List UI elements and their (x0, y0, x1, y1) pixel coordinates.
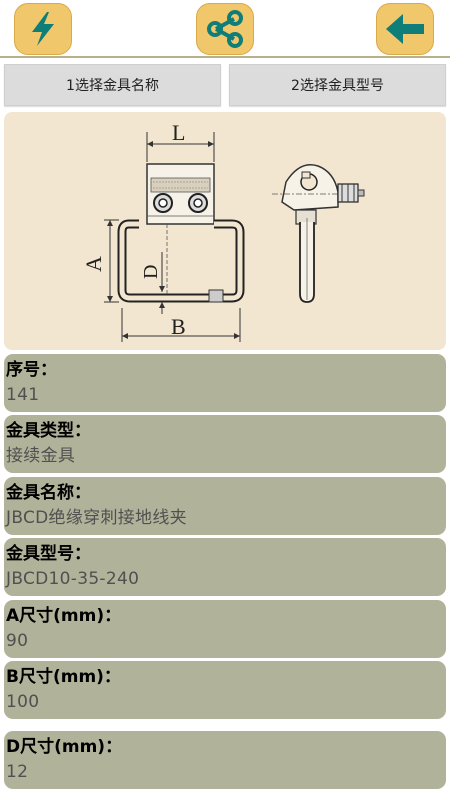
dim-label-A: A (81, 256, 106, 272)
field-label: 金具名称： (6, 483, 91, 503)
field-value: 12 (6, 762, 29, 782)
field-dimension-a: A尺寸(mm)： 90 (4, 600, 446, 658)
clamp-body (146, 163, 215, 225)
clamp-drawing: L A D B (81, 120, 365, 342)
top-toolbar (0, 0, 450, 58)
selection-tabs: 1选择金具名称 2选择金具型号 (0, 64, 450, 106)
field-label: A尺寸(mm)： (6, 606, 122, 626)
dim-label-D: D (140, 265, 162, 279)
field-fitting-name: 金具名称： JBCD绝缘穿刺接地线夹 (4, 477, 446, 535)
field-fitting-model: 金具型号： JBCD10-35-240 (4, 538, 446, 596)
field-label: B尺寸(mm)： (6, 667, 121, 687)
share-button[interactable] (196, 3, 254, 55)
field-fitting-type: 金具类型： 接续金具 (4, 415, 446, 473)
field-serial-number: 序号： 141 (4, 354, 446, 412)
dim-label-B: B (171, 314, 186, 339)
flash-button[interactable] (14, 3, 72, 55)
lightning-icon (32, 12, 54, 46)
tab-select-model[interactable]: 2选择金具型号 (229, 64, 446, 106)
field-value: 100 (6, 692, 40, 712)
product-diagram: L A D B (4, 112, 446, 350)
field-label: 金具型号： (6, 544, 91, 564)
tab-select-name[interactable]: 1选择金具名称 (4, 64, 221, 106)
field-label: D尺寸(mm)： (6, 737, 123, 757)
ground-loop (117, 219, 245, 303)
back-button[interactable] (376, 3, 434, 55)
field-value: 90 (6, 631, 29, 651)
field-label: 金具类型： (6, 421, 91, 441)
field-label: 序号： (6, 360, 57, 380)
dim-label-L: L (172, 120, 185, 145)
field-dimension-b: B尺寸(mm)： 100 (4, 661, 446, 719)
share-icon (207, 10, 243, 48)
field-value: 接续金具 (6, 446, 76, 466)
field-value: JBCD绝缘穿刺接地线夹 (6, 508, 187, 528)
field-dimension-d: D尺寸(mm)： 12 (4, 731, 446, 789)
field-value: JBCD10-35-240 (6, 569, 140, 589)
field-value: 141 (6, 385, 40, 405)
arrow-left-icon (386, 14, 424, 44)
